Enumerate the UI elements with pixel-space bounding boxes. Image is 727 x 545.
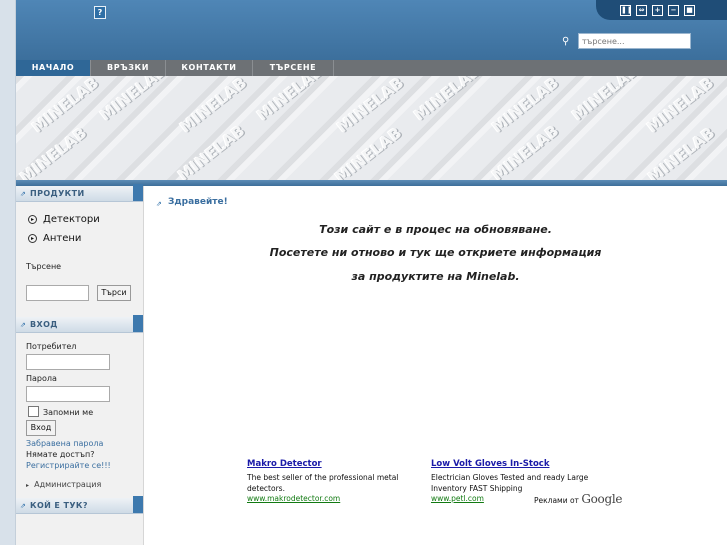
arrow-right-icon: ▸ [28,233,37,243]
products-module-header: ⇗ ПРОДУКТИ [16,184,143,202]
logo-text: MINELAB [568,76,643,125]
login-module-header: ⇗ ВХОД [16,315,143,333]
sidebar-item-detectors[interactable]: ▸ Детектори [28,214,100,225]
login-button[interactable]: Вход [26,420,56,436]
register-link[interactable]: Регистрирайте се!!! [26,461,111,470]
greeting-heading: Здравейте! [168,197,228,207]
sidebar-item-label: Антени [43,233,82,244]
ad-title-link[interactable]: Low Volt Gloves In-Stock [431,459,596,469]
ad-title-link[interactable]: Makro Detector [247,459,412,469]
whos-here-title: КОЙ Е ТУК? [30,501,88,510]
arrow-right-icon: ▸ [28,214,37,224]
logo-text: MINELAB [96,76,171,125]
menu-item-home[interactable]: НАЧАЛО [16,60,91,76]
admin-link[interactable]: ▸ Администрация [26,480,101,489]
products-title: ПРОДУКТИ [30,189,85,198]
admin-link-label: Администрация [34,480,102,489]
google-logo: Google [581,492,623,506]
module-arrows-icon: ⇗ [20,321,26,329]
module-tab [133,496,143,513]
forgot-password-link[interactable]: Забравена парола [26,439,103,448]
search-button[interactable]: Търси [97,285,131,301]
menu-item-links[interactable]: ВРЪЗКИ [91,60,166,76]
notice-line: Посетете ни отново и тук ще откриете инф… [269,246,602,259]
sidebar-item-label: Детектори [43,214,100,225]
sidebar-item-antennas[interactable]: ▸ Антени [28,233,81,244]
ad-block: Makro Detector The best seller of the pr… [247,459,412,503]
resize-width-icon[interactable]: ⇔ [636,5,647,16]
password-label: Парола [26,374,57,383]
pause-icon[interactable]: ❚❚ [620,5,633,16]
no-account-text: Нямате достъп? [26,450,95,459]
logo-text: MINELAB [410,76,485,125]
username-label: Потребител [26,342,77,351]
bullet-icon: ▸ [26,482,30,489]
notice-line: за продуктите на Minelab. [351,270,520,283]
ads-by-google[interactable]: Реклами от Google [534,492,622,506]
main-menu: НАЧАЛО ВРЪЗКИ КОНТАКТИ ТЪРСЕНЕ [16,60,727,76]
main-content: ⇗ Здравейте! Този сайт е в процес на обн… [144,186,727,545]
zoom-out-icon[interactable]: − [668,5,679,16]
ads-by-label: Реклами от [534,496,579,505]
module-arrows-icon: ⇗ [20,190,26,198]
remember-checkbox[interactable] [28,406,39,417]
whos-here-module-header: ⇗ КОЙ Е ТУК? [16,496,143,514]
notice-line: Този сайт е в процес на обновяване. [319,223,552,236]
banner: MINELAB MINELAB MINELAB MINELAB MINELAB … [16,76,727,180]
search-label: Търсене [26,262,62,271]
module-tab [133,315,143,332]
logo-text: MINELAB [253,76,328,125]
window-tools: ❚❚ ⇔ + − ■ [596,0,727,20]
remember-label: Запомни ме [43,408,94,417]
search-input[interactable] [578,33,691,49]
ad-url-link[interactable]: www.makrodetector.com [247,494,412,503]
username-field[interactable] [26,354,110,370]
search-icon: ⚲ [562,36,570,47]
greeting-arrows-icon: ⇗ [156,200,162,208]
menu-item-contacts[interactable]: КОНТАКТИ [166,60,253,76]
logo-text: MINELAB [16,123,91,180]
left-edge [0,0,16,545]
ad-text: Electrician Gloves Tested and ready Larg… [431,473,589,493]
menu-item-search[interactable]: ТЪРСЕНЕ [253,60,334,76]
help-icon[interactable]: ? [94,6,106,19]
sidebar: ⇗ ПРОДУКТИ ▸ Детектори ▸ Антени Търсене Тъ… [16,184,144,545]
login-title: ВХОД [30,320,58,329]
logo-text: MINELAB [28,76,103,137]
password-field[interactable] [26,386,110,402]
ad-text: The best seller of the professional meta… [247,473,399,493]
module-tab [133,184,143,201]
stop-icon[interactable]: ■ [684,5,695,16]
module-arrows-icon: ⇗ [20,502,26,510]
sidebar-search-input[interactable] [26,285,89,301]
zoom-in-icon[interactable]: + [652,5,663,16]
